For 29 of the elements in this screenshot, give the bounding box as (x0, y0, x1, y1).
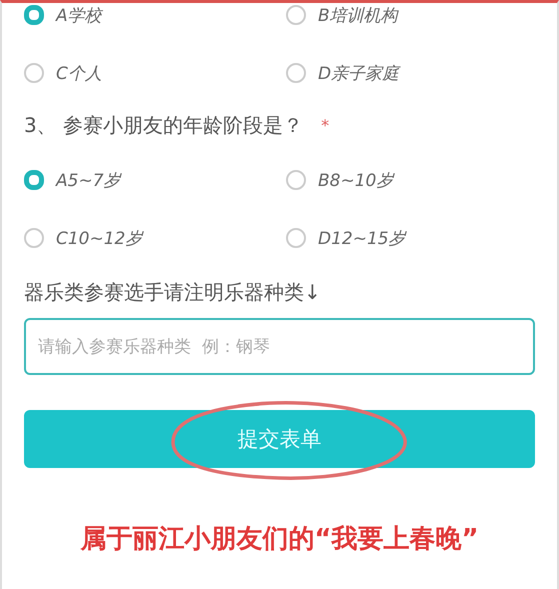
radio-option[interactable]: B培训机构 (286, 3, 535, 30)
radio-button[interactable] (286, 228, 306, 248)
radio-button[interactable] (286, 170, 306, 190)
option-label: A学校 (56, 4, 102, 26)
radio-option[interactable]: B8~10岁 (286, 165, 535, 195)
radio-option[interactable]: A学校 (24, 3, 286, 30)
required-mark: * (321, 116, 330, 134)
option-label: D12~15岁 (318, 228, 406, 250)
option-label: D亲子家庭 (318, 62, 400, 84)
input-field[interactable]: 请输入参赛乐器种类 例：钢琴 (24, 318, 535, 375)
option-label: B培训机构 (318, 4, 398, 26)
radio-option[interactable]: D12~15岁 (286, 223, 535, 253)
option-label: C10~12岁 (56, 228, 142, 250)
radio-button[interactable] (24, 170, 44, 190)
radio-button[interactable] (286, 63, 306, 83)
radio-option[interactable]: D亲子家庭 (286, 58, 535, 88)
radio-button[interactable] (286, 5, 306, 25)
option-label: C个人 (56, 62, 102, 84)
radio-option[interactable]: C个人 (24, 58, 286, 88)
field-label: 器乐类参赛选手请注明乐器种类↓ (24, 279, 322, 306)
radio-button[interactable] (24, 228, 44, 248)
radio-option[interactable]: A5~7岁 (24, 165, 286, 195)
option-label: A5~7岁 (56, 170, 121, 192)
caption-text: 属于丽江小朋友们的“我要上春晚” (79, 523, 480, 556)
radio-option[interactable]: C10~12岁 (24, 223, 286, 253)
radio-button[interactable] (24, 63, 44, 83)
question-text: 3、 参赛小朋友的年龄阶段是？ (24, 112, 304, 138)
radio-button[interactable] (24, 5, 44, 25)
option-label: B8~10岁 (318, 170, 394, 192)
